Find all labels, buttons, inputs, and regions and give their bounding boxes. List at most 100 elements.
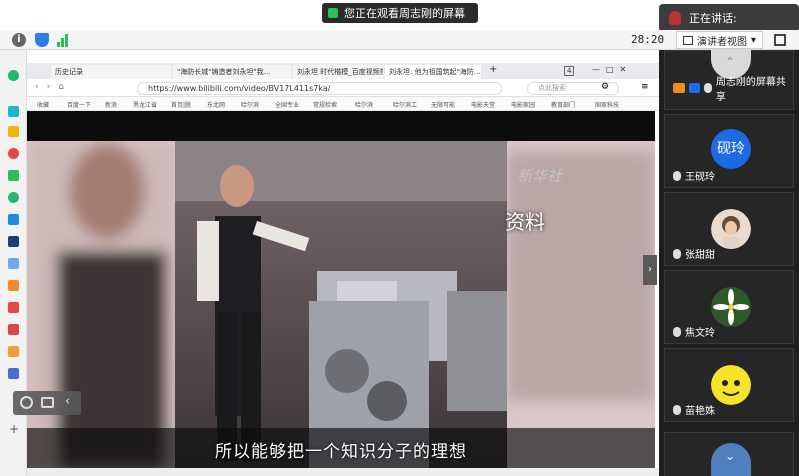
meeting-toolbar: i 28:20 演讲者视图 ▾ [0,30,799,50]
presenter-label: 周志刚的屏幕共享 [715,77,786,103]
speaking-label: 正在讲话: [689,12,737,25]
sidebar-app-icon[interactable] [8,368,19,379]
tab-label: 历史记录 [55,68,83,76]
url-input[interactable]: https://www.bilibili.com/video/BV17L411s… [137,82,502,95]
overlay-label: 资料 [505,210,545,234]
url-text: https://www.bilibili.com/video/BV17L411s… [148,84,331,93]
view-mode-dropdown[interactable]: 演讲者视图 ▾ [676,31,764,49]
participant-name: 苗艳姝 [685,406,715,417]
bookmark-item[interactable]: 新浪 [105,100,117,109]
participant-tile[interactable]: 张甜甜 [664,192,794,266]
tab-label: 刘永坦 时代楷模_百度视频搜索 [297,68,383,76]
sidebar-app-icon[interactable] [8,280,19,291]
meeting-top-bar: 您正在观看周志刚的屏幕 正在讲话: [0,0,799,32]
participant-name: 张甜甜 [685,250,715,261]
shield-icon[interactable] [35,33,49,47]
bookmark-item[interactable]: 哈尔滨工 [393,100,417,109]
settings-icon[interactable]: ⚙ [601,82,609,92]
share-screen-icon [688,83,701,93]
bookmark-item[interactable]: 国家科技 [595,100,619,109]
add-icon[interactable]: + [9,422,19,436]
layout-icon [683,35,693,45]
participant-name: 焦文玲 [685,328,715,339]
mic-icon [669,11,681,25]
watermark: 新华社 [517,167,563,185]
bookmark-item[interactable]: 全国专业 [275,100,299,109]
annotation-toolbar: ‹ [13,391,81,415]
bookmark-item[interactable]: 收藏 [37,100,49,109]
bookmark-item[interactable]: 首页|脱 [171,100,191,109]
panel-toggle-button[interactable]: › [643,255,657,285]
collapse-arrow-icon[interactable]: ‹ [65,394,70,409]
sidebar-app-icon[interactable] [8,148,19,159]
new-tab-button[interactable]: + [489,64,497,75]
avatar: 砚玲 [711,129,751,169]
bookmark-item[interactable]: 黑龙江省 [133,100,157,109]
info-icon[interactable]: i [12,33,26,47]
browser-status-bar [27,468,659,476]
bookmark-item[interactable]: 无限可能 [431,100,455,109]
window-controls[interactable]: —□✕ [592,65,632,74]
bookmark-item[interactable]: 哈尔滨 [241,100,259,109]
fullscreen-icon[interactable] [774,34,786,46]
sidebar-app-icon[interactable] [8,346,19,357]
avatar [711,365,751,405]
participant-tile[interactable]: ⌄ [664,432,794,476]
participant-name-row: 张甜甜 [673,246,715,261]
sidebar-app-icon[interactable] [8,70,19,81]
bookmark-item[interactable]: 哈尔滨 [355,100,373,109]
signal-icon[interactable] [57,33,71,47]
tab-history[interactable]: 历史记录 [51,65,171,79]
tab-baidu-video[interactable]: 刘永坦 时代楷模_百度视频搜索 [293,65,383,79]
share-screen-icon [673,83,685,93]
sidebar-app-icon[interactable] [8,214,19,225]
screen-share-banner[interactable]: 您正在观看周志刚的屏幕 [322,3,478,23]
mic-icon [704,83,712,93]
mic-icon [673,404,681,415]
bookmark-item[interactable]: 电影家园 [511,100,535,109]
tab-article[interactable]: "海防长城"铸造者刘永坦"我… [173,65,291,79]
participant-name-row: 王砚玲 [673,168,715,183]
video-player[interactable]: 资料 新华社 所以能够把一个知识分子的理想 [27,111,655,468]
sidebar-app-icon[interactable] [8,126,19,137]
sidebar-app-icon[interactable] [8,170,19,181]
bookmark-item[interactable]: 教育部门 [551,100,575,109]
bookmark-item[interactable]: 百度一下 [67,100,91,109]
presenter-tile[interactable]: ⌃ 周志刚的屏幕共享 [664,49,794,110]
participant-tile[interactable]: 砚玲 王砚玲 [664,114,794,188]
share-status-icon [328,8,338,18]
speaking-indicator: 正在讲话: [659,4,799,32]
bookmark-item[interactable]: 电影天堂 [471,100,495,109]
bookmark-item[interactable]: 东北网 [207,100,225,109]
participant-name-row: 苗艳姝 [673,402,715,417]
tab-count-badge[interactable]: 4 [564,66,575,76]
avatar [711,209,751,249]
view-mode-label: 演讲者视图 [697,36,747,48]
chevron-down-icon[interactable]: ⌄ [725,449,735,463]
participant-tile[interactable]: 焦文玲 [664,270,794,344]
emoji-icon[interactable] [20,396,33,409]
participant-tile[interactable]: 苗艳姝 [664,348,794,422]
sidebar-app-icon[interactable] [8,258,19,269]
sidebar-app-icon[interactable] [8,106,19,117]
app-root: 您正在观看周志刚的屏幕 正在讲话: i 28:20 演讲者视图 ▾ + 历史记录… [0,0,799,476]
participant-panel: ⌃ 周志刚的屏幕共享 砚玲 王砚玲 张甜甜 焦文玲 苗艳姝 ⌄ [659,49,799,476]
sidebar-app-icon[interactable] [8,236,19,247]
tab-bilibili[interactable]: 刘永坦: 他为祖国筑起"海防… [385,65,481,79]
mic-icon [673,248,681,259]
sidebar-app-icon[interactable] [8,192,19,203]
avatar [711,287,751,327]
chat-icon[interactable] [41,397,54,408]
nav-buttons[interactable]: ‹›⌂ [35,82,72,92]
sidebar-app-icon[interactable] [8,302,19,313]
participant-name: 王砚玲 [685,172,715,183]
browser-tab-bar: 历史记录 "海防长城"铸造者刘永坦"我… 刘永坦 时代楷模_百度视频搜索 刘永坦… [27,63,659,79]
bookmark-item[interactable]: 常规检索 [313,100,337,109]
chevron-up-icon[interactable]: ⌃ [725,55,735,69]
menu-icon[interactable]: ≡ [641,82,649,92]
mic-icon [673,326,681,337]
participant-name-row: 焦文玲 [673,324,715,339]
sidebar-app-icon[interactable] [8,324,19,335]
chevron-down-icon: ▾ [751,34,757,46]
bookmarks-bar: 收藏 百度一下 新浪 黑龙江省 首页|脱 东北网 哈尔滨 全国专业 常规检索 哈… [27,97,659,111]
